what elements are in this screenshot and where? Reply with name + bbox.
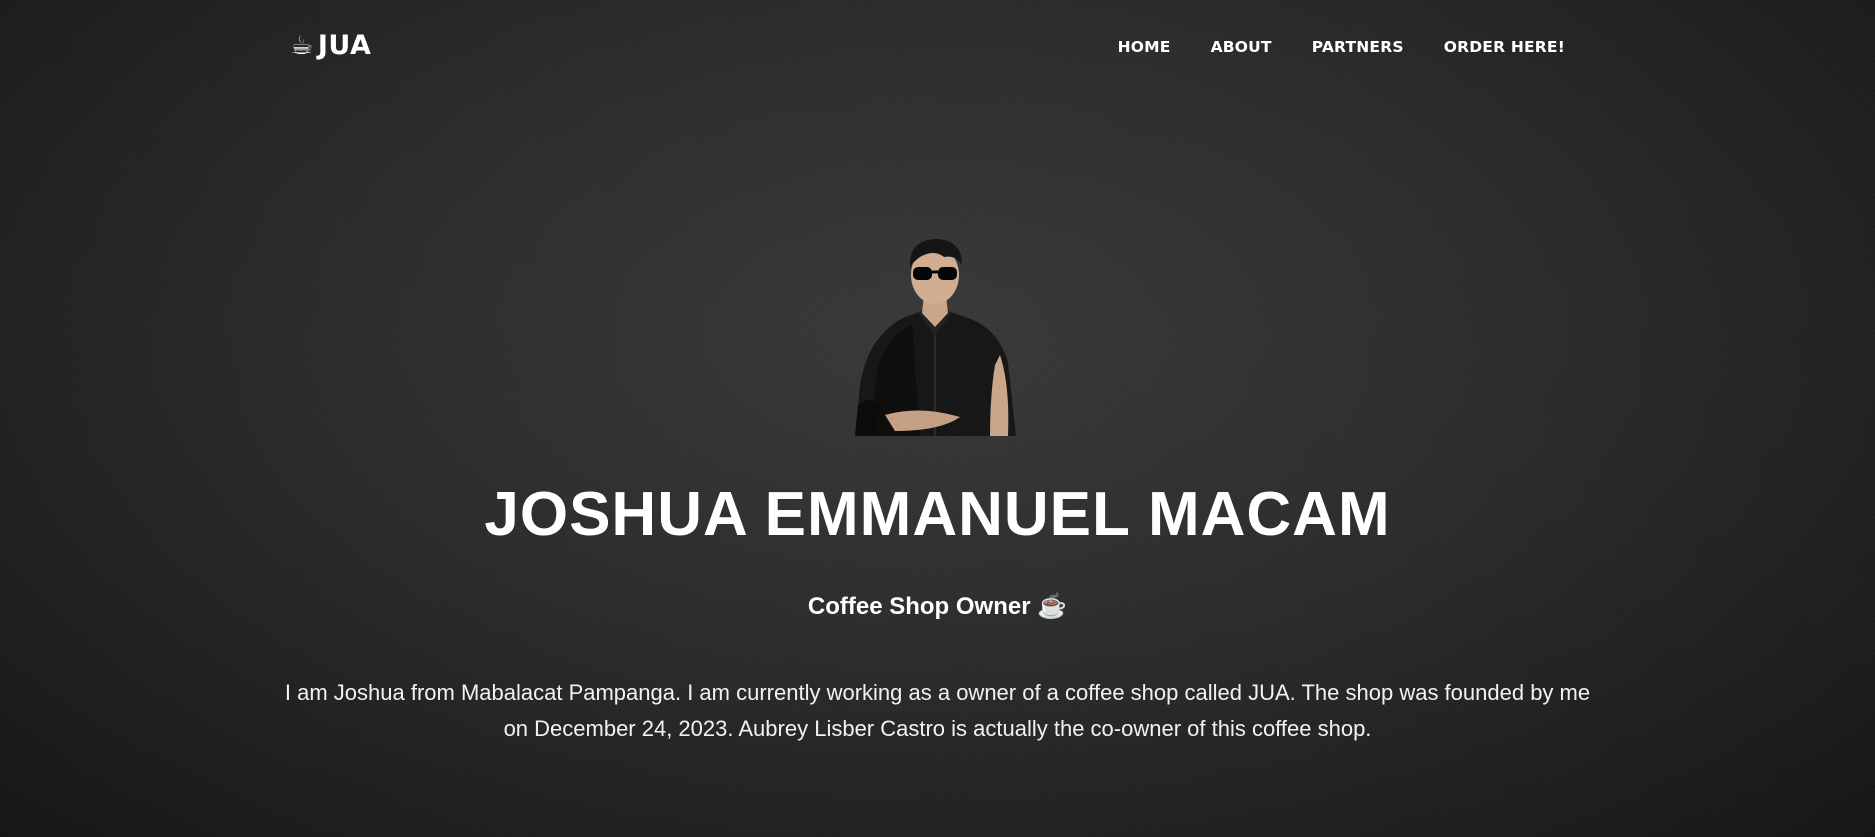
nav-about-link[interactable]: ABOUT bbox=[1211, 38, 1272, 56]
brand-name: JUA bbox=[317, 30, 372, 61]
nav-home-link[interactable]: HOME bbox=[1118, 38, 1171, 56]
brand-logo-link[interactable]: ☕ JUA bbox=[290, 30, 371, 61]
coffee-cup-icon: ☕ bbox=[290, 30, 314, 61]
coffee-cup-icon: ☕ bbox=[1030, 593, 1068, 620]
profile-role: Coffee Shop Owner ☕ bbox=[0, 592, 1875, 621]
profile-role-text: Coffee Shop Owner bbox=[807, 593, 1031, 620]
nav-order-link[interactable]: ORDER HERE! bbox=[1444, 38, 1565, 56]
nav-partners-link[interactable]: PARTNERS bbox=[1312, 38, 1404, 56]
profile-bio: I am Joshua from Mabalacat Pampanga. I a… bbox=[284, 680, 1591, 741]
navbar: ☕ JUA HOME ABOUT PARTNERS ORDER HERE! bbox=[0, 0, 1875, 96]
profile-name: JOSHUA EMMANUEL MACAM bbox=[484, 480, 1391, 549]
profile-photo bbox=[855, 239, 1016, 436]
nav-menu: HOME ABOUT PARTNERS ORDER HERE! bbox=[1118, 38, 1565, 56]
